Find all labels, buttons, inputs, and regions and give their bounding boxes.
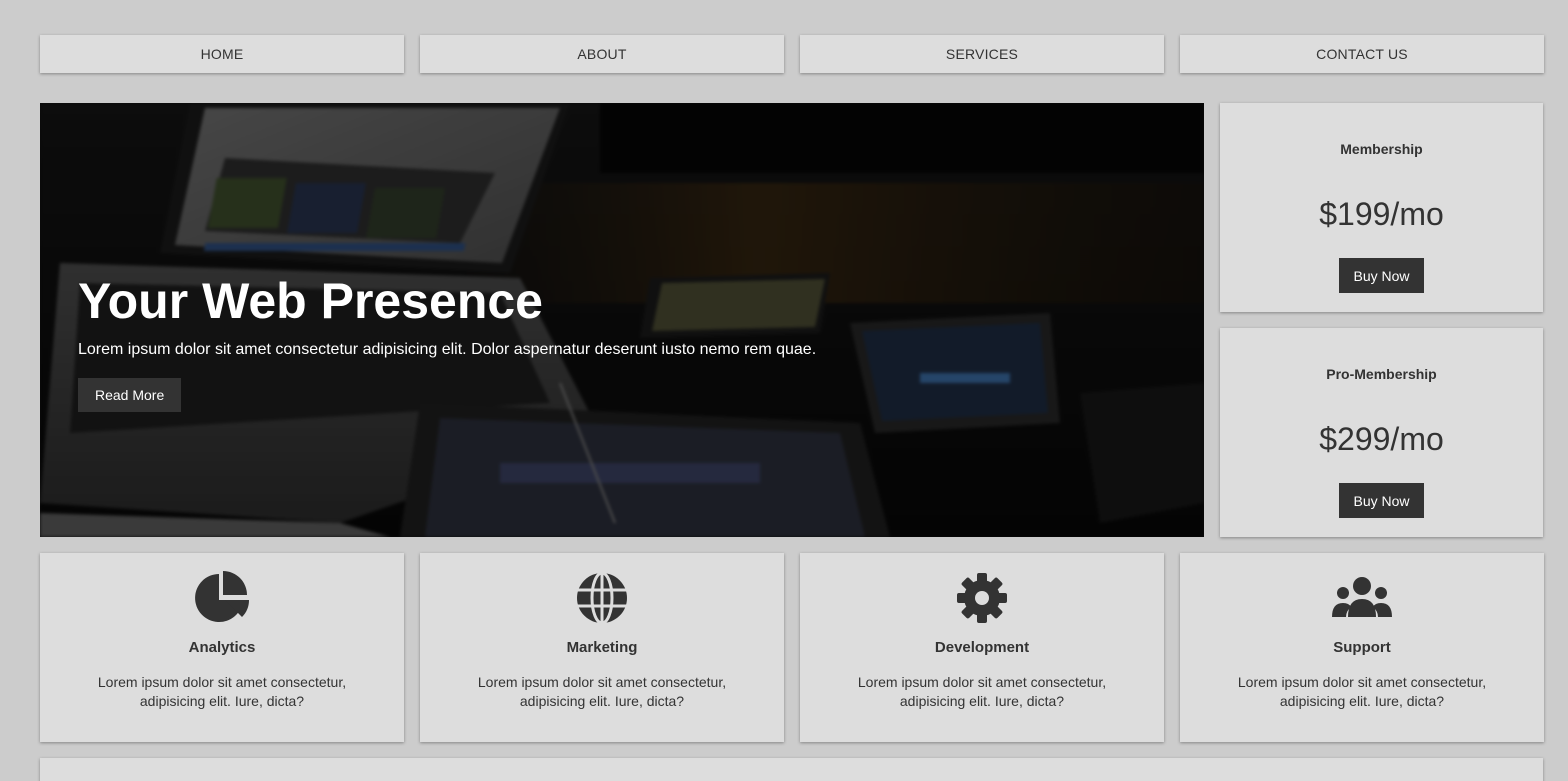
- nav-item-contact-us[interactable]: CONTACT US: [1180, 35, 1544, 73]
- service-description: Lorem ipsum dolor sit amet consectetur, …: [477, 674, 727, 709]
- service-title: Development: [934, 639, 1030, 656]
- service-card-analytics: Analytics Lorem ipsum dolor sit amet con…: [40, 553, 404, 742]
- hero-description: Lorem ipsum dolor sit amet consectetur a…: [78, 341, 817, 358]
- hero-showcase: Your Web Presence Lorem ipsum dolor sit …: [40, 103, 1204, 537]
- service-description: Lorem ipsum dolor sit amet consectetur, …: [97, 674, 347, 709]
- pricing-card-membership: Membership $199/mo Buy Now: [1220, 103, 1543, 312]
- users-icon: [1332, 577, 1392, 617]
- plan-name: Pro-Membership: [1326, 366, 1437, 382]
- service-description: Lorem ipsum dolor sit amet consectetur, …: [1237, 674, 1487, 709]
- nav-item-home[interactable]: HOME: [40, 35, 404, 73]
- service-card-marketing: Marketing Lorem ipsum dolor sit amet con…: [420, 553, 784, 742]
- plan-price: $199/mo: [1319, 196, 1444, 232]
- buy-now-button[interactable]: Buy Now: [1339, 258, 1424, 293]
- nav-item-about[interactable]: ABOUT: [420, 35, 784, 73]
- read-more-button[interactable]: Read More: [78, 378, 182, 412]
- gear-icon: [957, 573, 1007, 623]
- hero-title: Your Web Presence: [78, 273, 543, 329]
- service-title: Marketing: [566, 639, 638, 656]
- plan-name: Membership: [1340, 141, 1423, 157]
- page: HOME ABOUT SERVICES CONTACT US Your Web …: [0, 0, 1568, 781]
- service-title: Support: [1333, 639, 1391, 656]
- footer-section: [40, 758, 1543, 781]
- nav-item-services[interactable]: SERVICES: [800, 35, 1164, 73]
- globe-icon: [577, 571, 627, 625]
- chart-pie-icon: [195, 571, 250, 622]
- service-title: Analytics: [188, 639, 256, 656]
- service-description: Lorem ipsum dolor sit amet consectetur, …: [857, 674, 1107, 709]
- services-section: Analytics Lorem ipsum dolor sit amet con…: [40, 553, 1544, 742]
- plan-price: $299/mo: [1319, 421, 1444, 457]
- service-card-development: Development Lorem ipsum dolor sit amet c…: [800, 553, 1164, 742]
- main-nav: HOME ABOUT SERVICES CONTACT US: [40, 35, 1544, 73]
- hero-content: Your Web Presence Lorem ipsum dolor sit …: [78, 271, 816, 412]
- service-card-support: Support Lorem ipsum dolor sit amet conse…: [1180, 553, 1544, 742]
- pricing-card-pro-membership: Pro-Membership $299/mo Buy Now: [1220, 328, 1543, 537]
- buy-now-button[interactable]: Buy Now: [1339, 483, 1424, 518]
